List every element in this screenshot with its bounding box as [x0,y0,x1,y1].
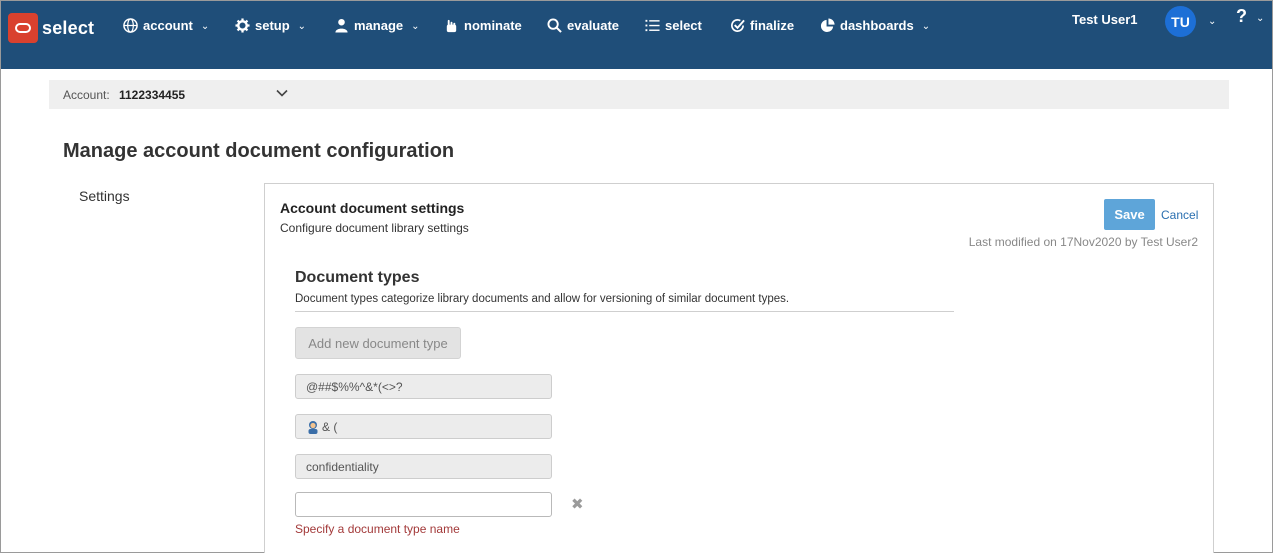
panel-subtitle: Configure document library settings [280,221,469,235]
nav-evaluate[interactable]: evaluate [547,15,619,35]
section-title: Document types [295,269,420,286]
nav-select-label: select [665,17,702,33]
brand-name: select [42,17,95,38]
chevron-down-icon: ⌄ [200,20,210,32]
chevron-down-icon[interactable] [275,86,289,100]
nav-manage-label: manage [354,17,404,33]
avatar[interactable]: TU [1165,6,1196,37]
last-modified-text: Last modified on 17Nov2020 by Test User2 [968,235,1198,249]
account-value[interactable]: 1122334455 [119,88,185,102]
nav-select[interactable]: select [645,15,702,35]
save-button[interactable]: Save [1104,199,1155,230]
nav-manage[interactable]: manage ⌄ [334,15,420,35]
sidebar-item-settings[interactable]: Settings [79,188,130,204]
document-type-value: confidentiality [306,459,379,474]
nav-nominate-label: nominate [464,17,522,33]
oracle-logo-icon [8,13,38,43]
document-type-field[interactable]: @##$%%^&*(<>? [295,374,552,399]
document-type-value: & ( [322,419,338,434]
nav-finalize-label: finalize [750,17,795,33]
panel-title: Account document settings [280,200,465,216]
nav-account[interactable]: account ⌄ [123,15,209,35]
cancel-link[interactable]: Cancel [1161,208,1198,222]
chevron-down-icon: ⌄ [297,20,307,32]
document-type-field[interactable]: & ( [295,414,552,439]
nav-setup-label: setup [255,17,290,33]
user-icon [335,18,348,33]
validation-error: Specify a document type name [295,522,460,536]
nav-evaluate-label: evaluate [567,17,620,33]
nav-finalize[interactable]: finalize [730,15,794,35]
person-emoji-icon [308,420,318,434]
document-type-value: @##$%%^&*(<>? [306,379,403,394]
check-circle-icon [731,18,745,32]
nav-dashboards-label: dashboards [840,17,914,33]
add-document-type-button[interactable]: Add new document type [295,327,461,359]
document-type-field[interactable]: confidentiality [295,454,552,479]
globe-icon [123,17,138,33]
close-icon[interactable]: ✖ [571,495,584,513]
chevron-down-icon: ⌄ [921,20,931,32]
account-label: Account: [63,88,110,102]
nav-setup[interactable]: setup ⌄ [235,15,306,35]
brand-logo[interactable]: select [8,13,94,43]
page-title: Manage account document configuration [63,140,455,162]
chevron-down-icon[interactable]: ⌄ [1208,16,1216,27]
list-icon [645,19,660,31]
user-name[interactable]: Test User1 [1072,12,1138,27]
chevron-down-icon: ⌄ [411,20,420,32]
settings-panel: Account document settings Configure docu… [264,183,1214,553]
account-selector-bar[interactable]: Account: 1122334455 [49,80,1229,109]
nav-nominate[interactable]: nominate [444,15,522,35]
section-description: Document types categorize library docume… [295,293,790,305]
hand-icon [446,19,457,32]
nav-account-label: account [143,17,193,33]
help-icon[interactable]: ? [1236,6,1247,27]
gear-icon [235,17,250,33]
chevron-down-icon[interactable]: ⌄ [1256,13,1264,24]
search-icon [547,17,562,33]
nav-dashboards[interactable]: dashboards ⌄ [820,15,930,35]
new-document-type-input[interactable] [295,492,552,517]
pie-chart-icon [820,17,835,32]
section-divider [295,311,954,312]
top-navigation-bar: select account ⌄ setup ⌄ manage ⌄ nomina… [1,1,1272,69]
